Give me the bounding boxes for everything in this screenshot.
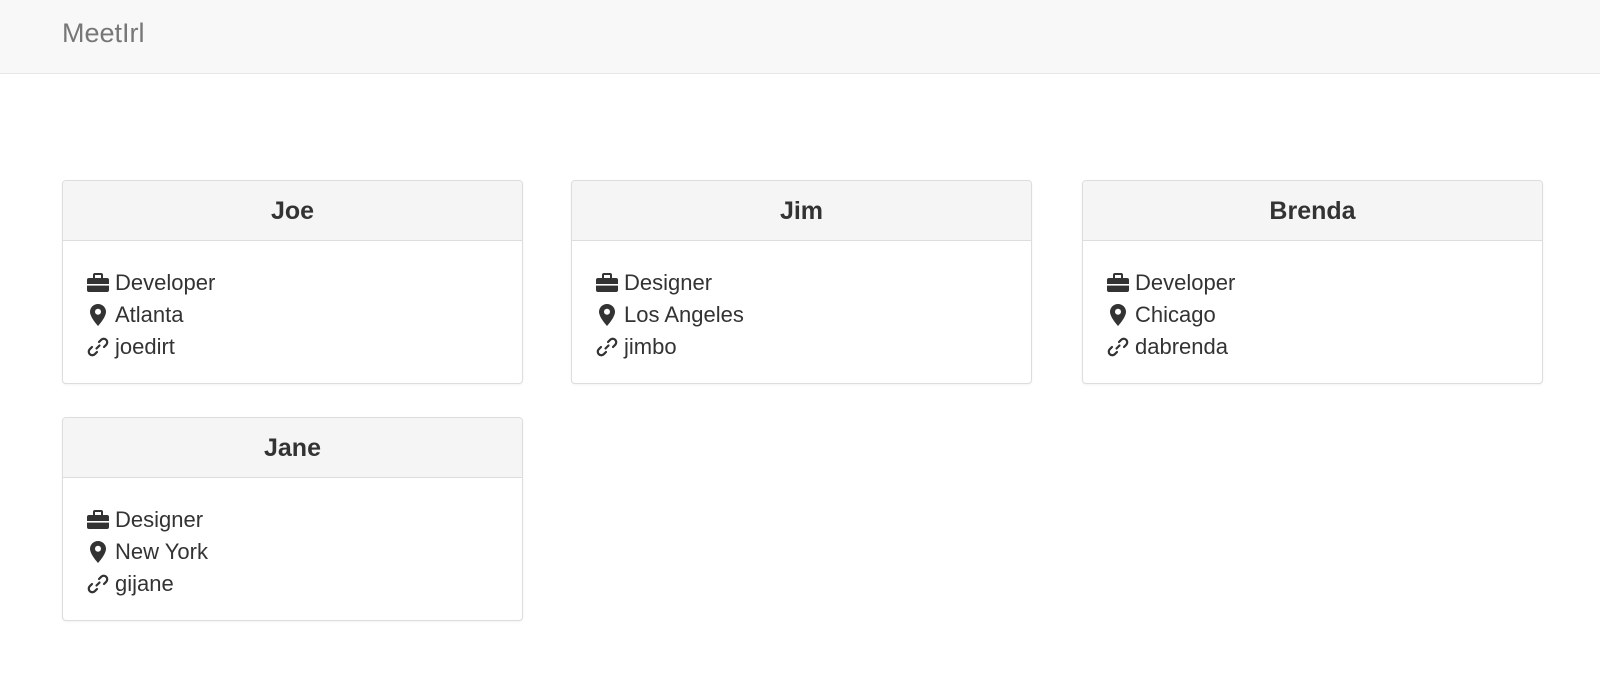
person-card: Brenda Developer Chicago dabrenda (1082, 180, 1543, 384)
briefcase-icon (87, 272, 109, 294)
brand-link[interactable]: MeetIrl (62, 0, 145, 74)
person-location: New York (115, 539, 208, 564)
person-name: Jane (63, 418, 522, 478)
person-role-row: Designer (596, 267, 1007, 299)
map-marker-icon (596, 304, 618, 326)
map-marker-icon (87, 541, 109, 563)
person-location-row: Atlanta (87, 299, 498, 331)
map-marker-icon (1107, 304, 1129, 326)
person-handle-row: joedirt (87, 331, 498, 363)
person-role: Developer (1135, 270, 1236, 295)
person-handle-row: dabrenda (1107, 331, 1518, 363)
person-role-row: Designer (87, 504, 498, 536)
briefcase-icon (87, 509, 109, 531)
person-location: Los Angeles (624, 302, 744, 327)
person-card: Jane Designer New York gijane (62, 417, 523, 621)
briefcase-icon (1107, 272, 1129, 294)
person-handle[interactable]: gijane (115, 571, 174, 597)
person-location-row: Chicago (1107, 299, 1518, 331)
person-role: Designer (624, 270, 713, 295)
person-role: Designer (115, 507, 204, 532)
person-name: Jim (572, 181, 1031, 241)
briefcase-icon (596, 272, 618, 294)
person-handle-row: gijane (87, 568, 498, 600)
person-role-row: Developer (1107, 267, 1518, 299)
person-handle[interactable]: dabrenda (1135, 334, 1228, 360)
person-handle[interactable]: joedirt (115, 334, 175, 360)
person-location-row: Los Angeles (596, 299, 1007, 331)
person-handle-row: jimbo (596, 331, 1007, 363)
person-role: Developer (115, 270, 216, 295)
navbar: MeetIrl (0, 0, 1600, 74)
person-details: Developer Chicago dabrenda (1083, 241, 1542, 363)
map-marker-icon (87, 304, 109, 326)
person-card: Jim Designer Los Angeles jimbo (571, 180, 1032, 384)
person-location: Atlanta (115, 302, 184, 327)
link-icon (596, 336, 618, 358)
person-name: Brenda (1083, 181, 1542, 241)
person-role-row: Developer (87, 267, 498, 299)
person-location: Chicago (1135, 302, 1216, 327)
person-card: Joe Developer Atlanta joedirt (62, 180, 523, 384)
link-icon (87, 336, 109, 358)
person-location-row: New York (87, 536, 498, 568)
person-name: Joe (63, 181, 522, 241)
link-icon (87, 573, 109, 595)
person-details: Designer New York gijane (63, 478, 522, 600)
person-details: Developer Atlanta joedirt (63, 241, 522, 363)
person-handle[interactable]: jimbo (624, 334, 677, 360)
person-details: Designer Los Angeles jimbo (572, 241, 1031, 363)
link-icon (1107, 336, 1129, 358)
